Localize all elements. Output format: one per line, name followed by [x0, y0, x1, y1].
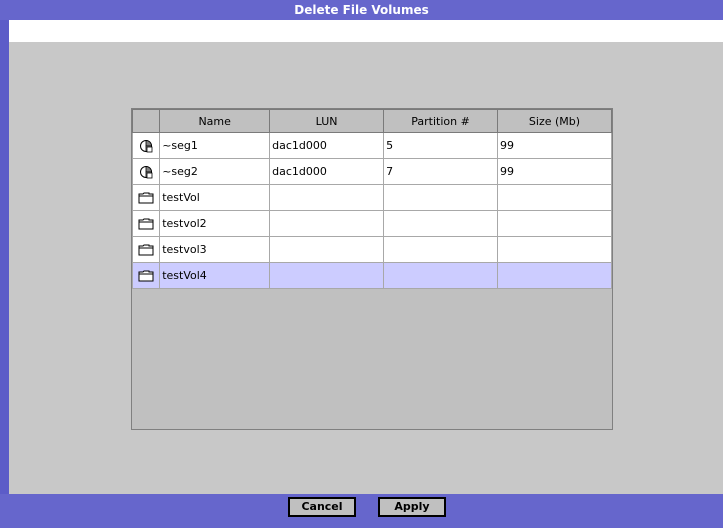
left-border: [0, 20, 9, 494]
header-lun[interactable]: LUN: [269, 109, 385, 133]
cell-lun: dac1d000: [269, 158, 385, 185]
cell-partition: 7: [383, 158, 498, 185]
cell-size: [497, 184, 612, 211]
cell-size: 99: [497, 132, 612, 159]
folder-icon: [131, 262, 161, 289]
table-row[interactable]: testvol3: [131, 236, 612, 263]
header-size[interactable]: Size (Mb): [497, 109, 612, 133]
header-partition[interactable]: Partition #: [383, 109, 498, 133]
cell-size: 99: [497, 158, 612, 185]
cell-partition: [383, 184, 498, 211]
table-header-row: Name LUN Partition # Size (Mb): [131, 109, 612, 133]
title-bar: Delete File Volumes: [0, 0, 723, 42]
footer-bar: Cancel Apply: [0, 494, 723, 528]
cell-size: [497, 236, 612, 263]
title-strip: [0, 20, 723, 42]
cell-name: ~seg2: [159, 158, 271, 185]
header-icon-column[interactable]: [131, 109, 161, 133]
segment-icon: [131, 132, 161, 159]
cell-lun: [269, 262, 385, 289]
cell-name: testvol2: [159, 210, 271, 237]
volumes-table-frame: Name LUN Partition # Size (Mb) ~seg1 dac1…: [131, 108, 613, 430]
cell-lun: dac1d000: [269, 132, 385, 159]
cell-lun: [269, 210, 385, 237]
table-row[interactable]: ~seg2 dac1d000 7 99: [131, 158, 612, 185]
table-row[interactable]: ~seg1 dac1d000 5 99: [131, 132, 612, 159]
cell-lun: [269, 236, 385, 263]
cell-name: testvol3: [159, 236, 271, 263]
cell-name: ~seg1: [159, 132, 271, 159]
cell-lun: [269, 184, 385, 211]
cell-size: [497, 262, 612, 289]
cell-partition: [383, 262, 498, 289]
cell-partition: 5: [383, 132, 498, 159]
window-title: Delete File Volumes: [294, 3, 429, 17]
folder-icon: [131, 236, 161, 263]
table-row[interactable]: testVol: [131, 184, 612, 211]
header-name[interactable]: Name: [159, 109, 271, 133]
table-row[interactable]: testVol4: [131, 262, 612, 289]
folder-icon: [131, 210, 161, 237]
cancel-button[interactable]: Cancel: [288, 497, 356, 517]
folder-icon: [131, 184, 161, 211]
cell-partition: [383, 210, 498, 237]
cell-name: testVol: [159, 184, 271, 211]
cell-size: [497, 210, 612, 237]
segment-icon: [131, 158, 161, 185]
cell-partition: [383, 236, 498, 263]
table-row[interactable]: testvol2: [131, 210, 612, 237]
cell-name: testVol4: [159, 262, 271, 289]
apply-button[interactable]: Apply: [378, 497, 446, 517]
volumes-table: Name LUN Partition # Size (Mb) ~seg1 dac1…: [131, 109, 612, 289]
